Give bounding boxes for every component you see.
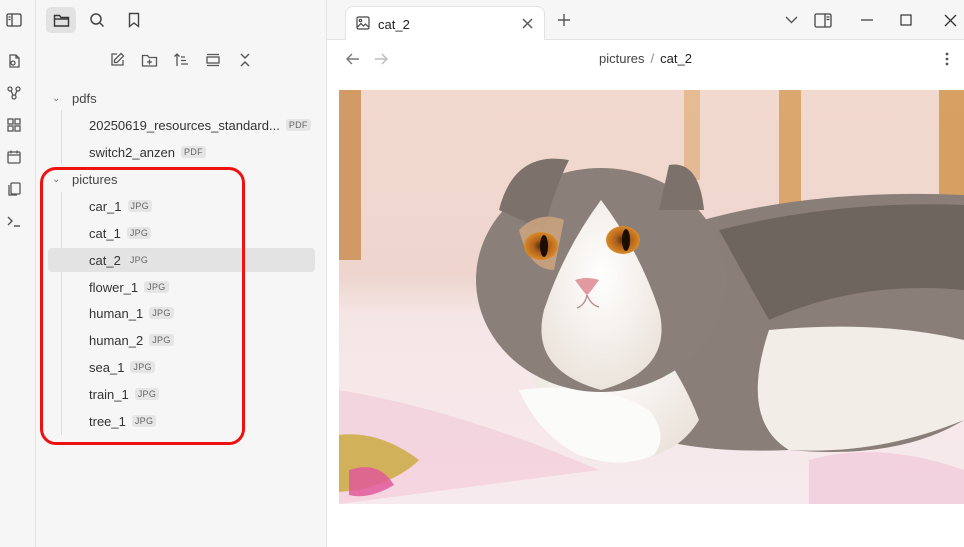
folder-pdfs[interactable]: ⌄ pdfs <box>52 86 97 110</box>
list-item[interactable]: tree_1 JPG <box>48 409 315 433</box>
sort-icon[interactable] <box>169 48 193 72</box>
close-icon[interactable] <box>518 14 536 32</box>
file-name: sea_1 <box>89 359 125 375</box>
new-folder-icon[interactable] <box>137 48 161 72</box>
file-name: cat_2 <box>89 252 121 268</box>
file-ext-badge: PDF <box>285 119 311 131</box>
file-ext-badge: JPG <box>149 334 174 346</box>
breadcrumb-folder[interactable]: pictures <box>599 51 645 66</box>
search-icon[interactable] <box>82 7 112 33</box>
file-ext-badge: PDF <box>181 146 206 158</box>
folder-icon[interactable] <box>46 7 76 33</box>
file-name: human_1 <box>89 305 144 321</box>
list-item[interactable]: switch2_anzen PDF <box>48 140 315 164</box>
new-tab-icon[interactable] <box>554 10 574 30</box>
breadcrumb-separator: / <box>650 51 655 66</box>
file-name: cat_1 <box>89 225 121 241</box>
folder-label: pdfs <box>72 90 97 106</box>
image-file-icon <box>356 15 370 33</box>
graph-view-icon[interactable] <box>5 84 23 102</box>
breadcrumb-file[interactable]: cat_2 <box>660 51 692 66</box>
list-item[interactable]: car_1 JPG <box>48 194 315 218</box>
list-item[interactable]: 20250619_resources_standard... PDF <box>48 113 315 137</box>
canvas-icon[interactable] <box>5 116 23 134</box>
chevron-down-icon: ⌄ <box>52 92 61 104</box>
templates-icon[interactable] <box>5 180 23 198</box>
sidebar-top-bar <box>36 0 326 40</box>
sidebar-toggle-icon[interactable] <box>4 10 24 30</box>
file-ext-badge: JPG <box>127 200 152 212</box>
list-item[interactable]: human_1 JPG <box>48 301 315 325</box>
file-name: train_1 <box>89 386 129 402</box>
view-header: pictures / cat_2 <box>327 40 964 78</box>
list-item[interactable]: cat_1 JPG <box>48 221 315 245</box>
more-options-icon[interactable] <box>937 49 957 69</box>
list-item[interactable]: train_1 JPG <box>48 382 315 406</box>
list-item[interactable]: human_2 JPG <box>48 328 315 352</box>
file-ext-badge: JPG <box>126 254 152 266</box>
breadcrumb: pictures / cat_2 <box>327 51 964 66</box>
bookmark-icon[interactable] <box>119 7 149 33</box>
file-ext-badge: JPG <box>134 388 160 400</box>
chevron-down-icon: ⌄ <box>52 173 61 185</box>
collapse-all-icon[interactable] <box>233 48 257 72</box>
file-name: switch2_anzen <box>89 144 175 160</box>
list-item-selected[interactable]: cat_2 JPG <box>48 248 315 272</box>
right-sidebar-toggle-icon[interactable] <box>813 10 833 30</box>
folder-label: pictures <box>72 171 118 187</box>
file-ext-badge: JPG <box>144 281 169 293</box>
list-item[interactable]: sea_1 JPG <box>48 355 315 379</box>
open-quick-switcher-icon[interactable] <box>5 52 23 70</box>
command-palette-icon[interactable] <box>5 212 23 230</box>
file-ext-badge: JPG <box>126 227 152 239</box>
tab-bar: cat_2 <box>327 0 964 41</box>
tab-cat-2[interactable]: cat_2 <box>345 6 545 41</box>
file-ext-badge: JPG <box>130 361 155 373</box>
window-close-icon[interactable] <box>940 10 960 30</box>
file-name: tree_1 <box>89 413 126 429</box>
minimize-icon[interactable] <box>857 10 877 30</box>
file-ext-badge: JPG <box>149 307 174 319</box>
list-item[interactable]: flower_1 JPG <box>48 275 315 299</box>
file-name: 20250619_resources_standard... <box>89 117 280 133</box>
file-name: human_2 <box>89 332 144 348</box>
file-ext-badge: JPG <box>131 415 157 427</box>
auto-reveal-icon[interactable] <box>201 48 225 72</box>
file-name: flower_1 <box>89 279 139 295</box>
left-ribbon <box>0 0 36 547</box>
new-note-icon[interactable] <box>105 48 129 72</box>
chevron-down-icon[interactable] <box>781 10 801 30</box>
file-explorer-sidebar: ⌄ pdfs 20250619_resources_standard... PD… <box>36 0 327 547</box>
image-viewer <box>339 90 964 504</box>
daily-note-icon[interactable] <box>5 148 23 166</box>
cat-photo <box>339 90 964 504</box>
file-explorer-actions <box>36 48 326 74</box>
maximize-icon[interactable] <box>896 10 916 30</box>
tab-label: cat_2 <box>378 16 410 32</box>
file-name: car_1 <box>89 198 122 214</box>
folder-pictures[interactable]: ⌄ pictures <box>52 167 118 191</box>
